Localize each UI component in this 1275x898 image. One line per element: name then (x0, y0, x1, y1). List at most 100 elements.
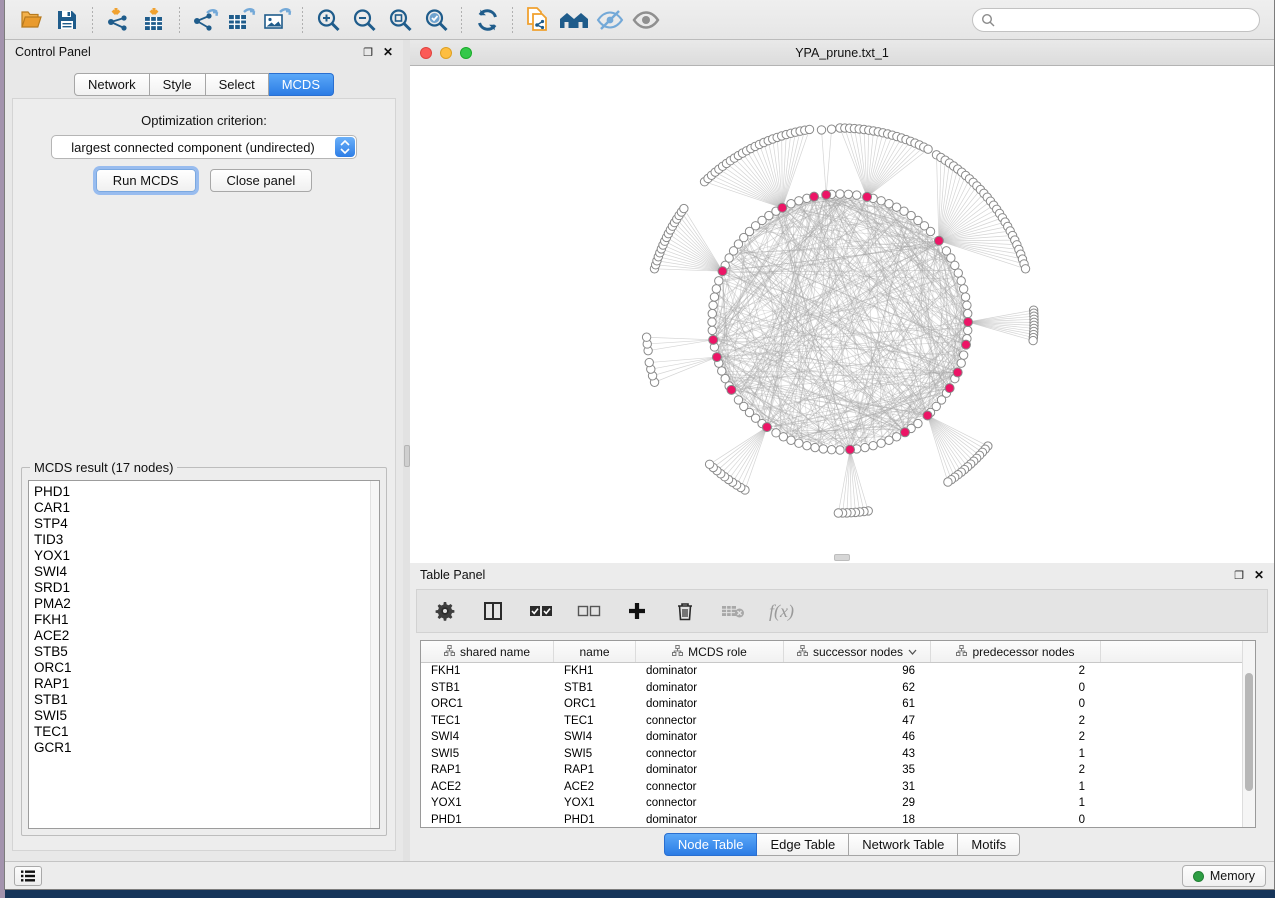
search-field[interactable] (972, 8, 1260, 32)
table-row[interactable]: PHD1PHD1dominator180 (421, 812, 1255, 829)
mcds-result-item[interactable]: STP4 (29, 516, 379, 532)
graph-node[interactable] (957, 359, 965, 367)
refresh-button[interactable] (470, 4, 504, 36)
graph-leaf-node[interactable] (805, 125, 813, 133)
vertical-splitter[interactable] (403, 40, 410, 861)
first-neighbors-button[interactable] (557, 4, 591, 36)
import-table-button[interactable] (137, 4, 171, 36)
run-mcds-button[interactable]: Run MCDS (96, 169, 196, 192)
column-header-MCDS-role[interactable]: MCDS role (636, 641, 784, 662)
search-input[interactable] (1000, 13, 1251, 27)
table-scrollbar-thumb[interactable] (1245, 673, 1253, 791)
graph-node[interactable] (718, 367, 726, 375)
graph-dominator-node[interactable] (810, 192, 819, 201)
mcds-result-item[interactable]: PHD1 (29, 484, 379, 500)
close-table-panel-button[interactable]: ✕ (1254, 568, 1264, 582)
status-list-button[interactable] (14, 866, 42, 886)
graph-node[interactable] (787, 436, 795, 444)
mcds-result-item[interactable]: SWI5 (29, 708, 379, 724)
column-header-shared-name[interactable]: shared name (421, 641, 554, 662)
graph-leaf-node[interactable] (642, 333, 650, 341)
mcds-result-item[interactable]: FKH1 (29, 612, 379, 628)
graph-node[interactable] (885, 436, 893, 444)
table-row[interactable]: ACE2ACE2connector311 (421, 779, 1255, 796)
open-file-button[interactable] (14, 4, 48, 36)
graph-node[interactable] (963, 301, 971, 309)
graph-leaf-node[interactable] (1029, 336, 1037, 344)
graph-dominator-node[interactable] (934, 236, 943, 245)
show-columns-button[interactable] (481, 599, 505, 623)
graph-dominator-node[interactable] (727, 385, 736, 394)
graph-node[interactable] (926, 227, 934, 235)
graph-dominator-node[interactable] (709, 335, 718, 344)
tab-mcds[interactable]: MCDS (269, 73, 334, 96)
mcds-result-item[interactable]: ORC1 (29, 660, 379, 676)
table-row[interactable]: STB1STB1dominator620 (421, 680, 1255, 697)
mcds-result-item[interactable]: STB1 (29, 692, 379, 708)
graph-node[interactable] (959, 351, 967, 359)
graph-node[interactable] (844, 190, 852, 198)
criterion-dropdown[interactable]: largest connected component (undirected) (51, 135, 357, 159)
graph-node[interactable] (795, 439, 803, 447)
graph-leaf-node[interactable] (645, 358, 653, 366)
column-header-predecessor-nodes[interactable]: predecessor nodes (931, 641, 1101, 662)
graph-dominator-node[interactable] (961, 340, 970, 349)
graph-node[interactable] (861, 443, 869, 451)
mcds-result-list[interactable]: PHD1CAR1STP4TID3YOX1SWI4SRD1PMA2FKH1ACE2… (28, 480, 380, 829)
mcds-result-item[interactable]: ACE2 (29, 628, 379, 644)
graph-dominator-node[interactable] (762, 423, 771, 432)
graph-node[interactable] (709, 301, 717, 309)
mcds-result-item[interactable]: PMA2 (29, 596, 379, 612)
mcds-result-item[interactable]: SRD1 (29, 580, 379, 596)
graph-node[interactable] (869, 441, 877, 449)
mcds-result-item[interactable]: RAP1 (29, 676, 379, 692)
function-builder-button[interactable]: f(x) (769, 599, 794, 623)
tab-edge-table[interactable]: Edge Table (757, 833, 849, 856)
table-row[interactable]: ORC1ORC1dominator610 (421, 696, 1255, 713)
graph-dominator-node[interactable] (863, 192, 872, 201)
tab-node-table[interactable]: Node Table (664, 833, 758, 856)
mcds-result-item[interactable]: STB5 (29, 644, 379, 660)
memory-button[interactable]: Memory (1182, 865, 1266, 887)
table-row[interactable]: RAP1RAP1dominator352 (421, 762, 1255, 779)
tab-style[interactable]: Style (150, 73, 206, 96)
graph-node[interactable] (877, 197, 885, 205)
horizontal-splitter-grip[interactable] (834, 554, 850, 561)
graph-node[interactable] (710, 293, 718, 301)
close-panel-button-mcds[interactable]: Close panel (210, 169, 313, 192)
create-column-button[interactable] (625, 599, 649, 623)
close-panel-button[interactable]: ✕ (383, 45, 393, 59)
graph-dominator-node[interactable] (945, 384, 954, 393)
vertical-splitter-grip[interactable] (404, 445, 410, 467)
graph-node[interactable] (803, 441, 811, 449)
export-table-button[interactable] (224, 4, 258, 36)
table-row[interactable]: YOX1YOX1connector291 (421, 795, 1255, 812)
graph-dominator-node[interactable] (953, 368, 962, 377)
graph-node[interactable] (827, 446, 835, 454)
tab-network-table[interactable]: Network Table (849, 833, 958, 856)
graph-leaf-node[interactable] (827, 125, 835, 133)
graph-node[interactable] (836, 190, 844, 198)
graph-node[interactable] (819, 445, 827, 453)
graph-node[interactable] (721, 374, 729, 382)
table-settings-button[interactable] (433, 599, 457, 623)
graph-dominator-node[interactable] (900, 428, 909, 437)
graph-node[interactable] (964, 326, 972, 334)
graph-dominator-node[interactable] (964, 318, 973, 327)
network-canvas[interactable] (410, 66, 1274, 563)
graph-node[interactable] (961, 293, 969, 301)
mcds-result-item[interactable]: YOX1 (29, 548, 379, 564)
table-row[interactable]: FKH1FKH1dominator962 (421, 663, 1255, 680)
delete-columns-button[interactable] (673, 599, 697, 623)
mcds-result-item[interactable]: GCR1 (29, 740, 379, 756)
unselect-all-columns-button[interactable] (577, 599, 601, 623)
graph-node[interactable] (877, 439, 885, 447)
export-image-button[interactable] (260, 4, 294, 36)
graph-node[interactable] (951, 261, 959, 269)
column-header-name[interactable]: name (554, 641, 636, 662)
graph-dominator-node[interactable] (712, 353, 721, 362)
graph-leaf-node[interactable] (1021, 265, 1029, 273)
table-row[interactable]: SWI4SWI4dominator462 (421, 729, 1255, 746)
tab-select[interactable]: Select (206, 73, 269, 96)
graph-dominator-node[interactable] (718, 267, 727, 276)
